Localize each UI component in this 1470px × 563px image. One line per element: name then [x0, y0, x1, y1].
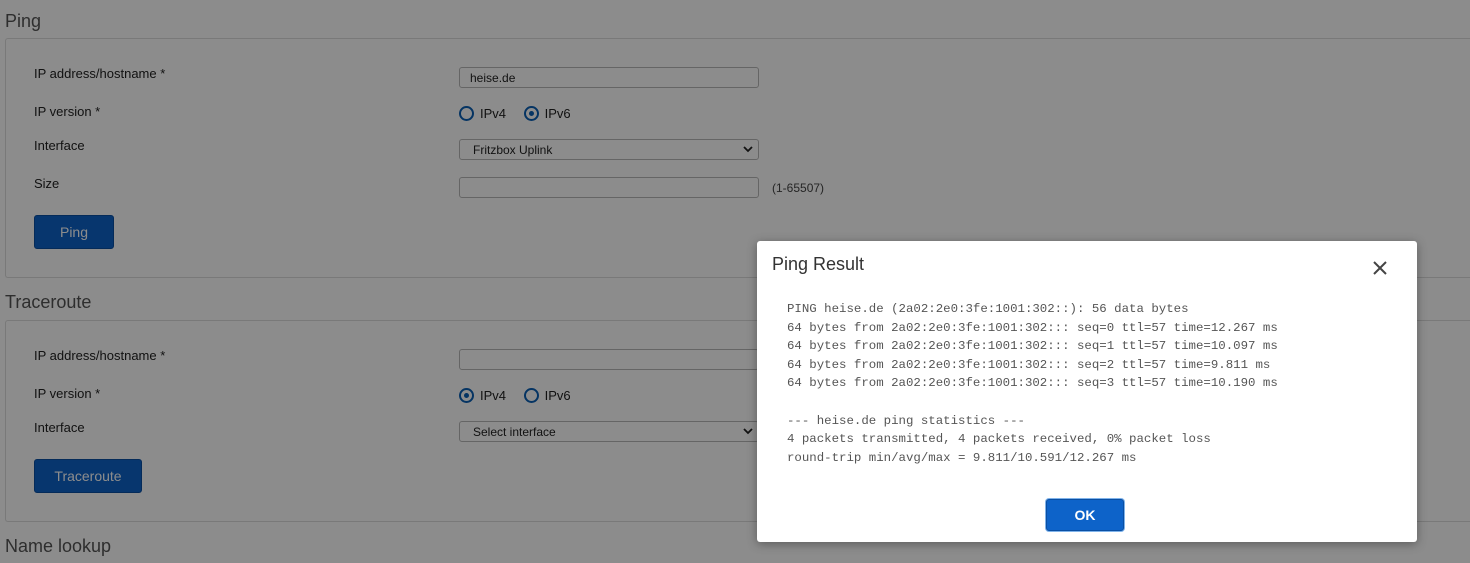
output-line: 64 bytes from 2a02:2e0:3fe:1001:302::: s…	[787, 320, 1278, 335]
ping-output: PING heise.de (2a02:2e0:3fe:1001:302::):…	[787, 300, 1387, 467]
output-line: round-trip min/avg/max = 9.811/10.591/12…	[787, 450, 1137, 465]
ping-result-dialog: Ping Result PING heise.de (2a02:2e0:3fe:…	[757, 241, 1417, 542]
output-line: 64 bytes from 2a02:2e0:3fe:1001:302::: s…	[787, 339, 1278, 354]
output-line: 64 bytes from 2a02:2e0:3fe:1001:302::: s…	[787, 357, 1271, 372]
dialog-title: Ping Result	[772, 254, 865, 274]
output-line: --- heise.de ping statistics ---	[787, 413, 1025, 428]
output-line: 64 bytes from 2a02:2e0:3fe:1001:302::: s…	[787, 376, 1278, 391]
close-icon[interactable]	[1371, 259, 1389, 277]
ok-button[interactable]: OK	[1046, 499, 1124, 531]
output-line: 4 packets transmitted, 4 packets receive…	[787, 432, 1211, 447]
output-line: PING heise.de (2a02:2e0:3fe:1001:302::):…	[787, 302, 1189, 316]
